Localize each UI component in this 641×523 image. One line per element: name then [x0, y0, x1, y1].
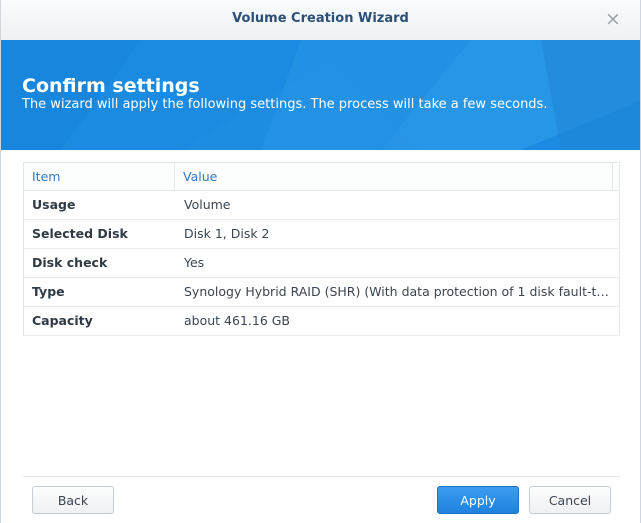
row-item-capacity: Capacity	[32, 313, 93, 328]
wizard-window: Volume Creation Wizard × Confirm setting…	[0, 0, 641, 523]
cancel-button[interactable]: Cancel	[529, 486, 611, 514]
column-header-item[interactable]: Item	[24, 163, 175, 190]
table-header: Item Value	[24, 163, 619, 191]
row-value-selected-disk: Disk 1, Disk 2	[184, 226, 270, 241]
table-row[interactable]: Selected Disk Disk 1, Disk 2	[24, 220, 619, 249]
row-value-usage: Volume	[184, 197, 231, 212]
row-item-type: Type	[32, 284, 65, 299]
row-value-capacity: about 461.16 GB	[184, 313, 291, 328]
column-header-value[interactable]: Value	[175, 163, 613, 190]
window-title: Volume Creation Wizard	[232, 11, 409, 26]
footer-divider	[23, 476, 620, 477]
close-icon[interactable]: ×	[602, 8, 624, 30]
banner-subtitle: The wizard will apply the following sett…	[22, 97, 548, 112]
table-row[interactable]: Type Synology Hybrid RAID (SHR) (With da…	[24, 278, 619, 307]
row-value-type: Synology Hybrid RAID (SHR) (With data pr…	[184, 284, 613, 299]
row-item-usage: Usage	[32, 197, 76, 212]
back-button[interactable]: Back	[32, 486, 114, 514]
table-row[interactable]: Capacity about 461.16 GB	[24, 307, 619, 336]
row-value-disk-check: Yes	[184, 255, 205, 270]
apply-button[interactable]: Apply	[437, 486, 519, 514]
banner-title: Confirm settings	[22, 75, 200, 97]
row-item-disk-check: Disk check	[32, 255, 108, 270]
wizard-banner: Confirm settings The wizard will apply t…	[1, 40, 640, 150]
settings-table: Item Value Usage Volume Selected Disk Di…	[23, 162, 620, 336]
row-item-selected-disk: Selected Disk	[32, 226, 128, 241]
table-row[interactable]: Disk check Yes	[24, 249, 619, 278]
table-row[interactable]: Usage Volume	[24, 191, 619, 220]
title-bar: Volume Creation Wizard ×	[1, 0, 640, 41]
